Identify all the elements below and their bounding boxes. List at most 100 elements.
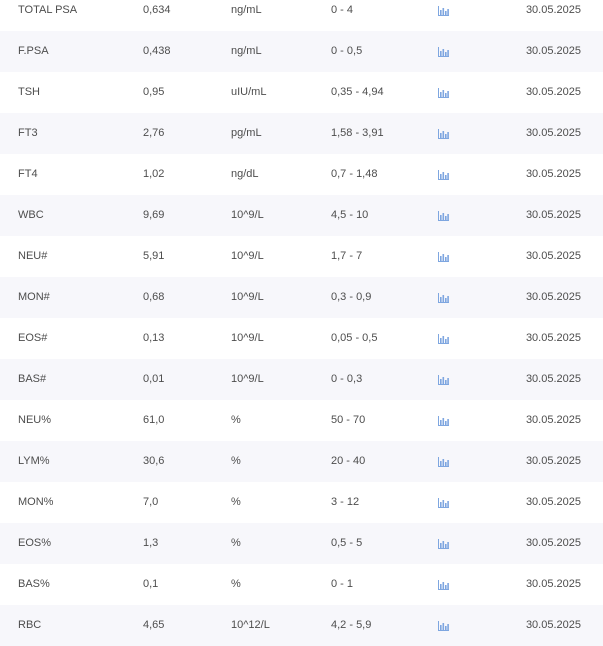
bar-chart-icon[interactable] [438,129,449,139]
bar-chart-icon[interactable] [438,334,449,344]
test-unit: % [231,537,241,549]
test-unit: 10^9/L [231,291,264,303]
test-name: FT3 [18,127,38,139]
reference-range: 0,3 - 0,9 [331,291,372,303]
test-unit: 10^9/L [231,250,264,262]
test-unit: % [231,496,241,508]
test-name: LYM% [18,455,50,467]
bar-chart-icon[interactable] [438,580,449,590]
bar-chart-icon[interactable] [438,539,449,549]
test-value: 9,69 [143,209,165,221]
table-row: RBC 4,65 10^12/L 4,2 - 5,9 30.05.2025 [0,605,603,646]
test-unit: % [231,414,241,426]
test-date: 30.05.2025 [525,127,581,139]
test-unit: ng/mL [231,45,262,57]
bar-chart-icon[interactable] [438,498,449,508]
bar-chart-icon[interactable] [438,416,449,426]
test-value: 0,1 [143,578,159,590]
test-value: 5,91 [143,250,165,262]
test-value: 0,438 [143,45,171,57]
reference-range: 1,58 - 3,91 [331,127,384,139]
reference-range: 0,35 - 4,94 [331,86,384,98]
test-unit: pg/mL [231,127,262,139]
test-value: 2,76 [143,127,165,139]
test-value: 30,6 [143,455,165,467]
test-unit: % [231,578,241,590]
reference-range: 50 - 70 [331,414,366,426]
bar-chart-icon[interactable] [438,47,449,57]
test-value: 4,65 [143,619,165,631]
table-row: BAS# 0,01 10^9/L 0 - 0,3 30.05.2025 [0,359,603,400]
test-unit: % [231,455,241,467]
test-name: EOS% [18,537,52,549]
test-name: F.PSA [18,45,49,57]
table-row: TOTAL PSA 0,634 ng/mL 0 - 4 30.05.2025 [0,0,603,31]
table-row: WBC 9,69 10^9/L 4,5 - 10 30.05.2025 [0,195,603,236]
test-value: 0,634 [143,4,171,16]
table-row: NEU# 5,91 10^9/L 1,7 - 7 30.05.2025 [0,236,603,277]
test-value: 0,01 [143,373,165,385]
test-date: 30.05.2025 [525,414,581,426]
bar-chart-icon[interactable] [438,170,449,180]
test-date: 30.05.2025 [525,496,581,508]
test-unit: uIU/mL [231,86,267,98]
bar-chart-icon[interactable] [438,6,449,16]
test-name: TOTAL PSA [18,4,78,16]
table-row: EOS# 0,13 10^9/L 0,05 - 0,5 30.05.2025 [0,318,603,359]
test-name: TSH [18,86,40,98]
test-date: 30.05.2025 [525,537,581,549]
table-row: MON% 7,0 % 3 - 12 30.05.2025 [0,482,603,523]
reference-range: 0 - 1 [331,578,354,590]
results-table: TOTAL PSA 0,634 ng/mL 0 - 4 30.05.2025 F… [0,0,603,646]
bar-chart-icon[interactable] [438,252,449,262]
test-value: 0,95 [143,86,165,98]
test-date: 30.05.2025 [525,578,581,590]
reference-range: 3 - 12 [331,496,360,508]
test-date: 30.05.2025 [525,619,581,631]
test-name: WBC [18,209,44,221]
test-unit: ng/dL [231,168,259,180]
test-name: BAS% [18,578,50,590]
table-row: FT3 2,76 pg/mL 1,58 - 3,91 30.05.2025 [0,113,603,154]
bar-chart-icon[interactable] [438,88,449,98]
reference-range: 0 - 0,5 [331,45,363,57]
table-row: NEU% 61,0 % 50 - 70 30.05.2025 [0,400,603,441]
bar-chart-icon[interactable] [438,293,449,303]
table-row: BAS% 0,1 % 0 - 1 30.05.2025 [0,564,603,605]
reference-range: 20 - 40 [331,455,366,467]
test-unit: ng/mL [231,4,262,16]
reference-range: 0,5 - 5 [331,537,363,549]
reference-range: 1,7 - 7 [331,250,363,262]
test-unit: 10^12/L [231,619,270,631]
reference-range: 4,2 - 5,9 [331,619,372,631]
table-row: TSH 0,95 uIU/mL 0,35 - 4,94 30.05.2025 [0,72,603,113]
test-date: 30.05.2025 [525,86,581,98]
test-name: EOS# [18,332,48,344]
test-unit: 10^9/L [231,209,264,221]
table-row: LYM% 30,6 % 20 - 40 30.05.2025 [0,441,603,482]
test-date: 30.05.2025 [525,373,581,385]
test-date: 30.05.2025 [525,291,581,303]
test-date: 30.05.2025 [525,4,581,16]
bar-chart-icon[interactable] [438,375,449,385]
test-value: 61,0 [143,414,165,426]
test-date: 30.05.2025 [525,45,581,57]
test-value: 0,68 [143,291,165,303]
test-value: 0,13 [143,332,165,344]
bar-chart-icon[interactable] [438,457,449,467]
test-name: NEU# [18,250,48,262]
test-date: 30.05.2025 [525,250,581,262]
table-row: FT4 1,02 ng/dL 0,7 - 1,48 30.05.2025 [0,154,603,195]
test-unit: 10^9/L [231,373,264,385]
reference-range: 4,5 - 10 [331,209,369,221]
test-name: RBC [18,619,42,631]
test-date: 30.05.2025 [525,209,581,221]
test-name: MON# [18,291,50,303]
test-date: 30.05.2025 [525,455,581,467]
test-date: 30.05.2025 [525,168,581,180]
bar-chart-icon[interactable] [438,211,449,221]
table-row: F.PSA 0,438 ng/mL 0 - 0,5 30.05.2025 [0,31,603,72]
test-date: 30.05.2025 [525,332,581,344]
test-value: 1,02 [143,168,165,180]
test-name: FT4 [18,168,38,180]
